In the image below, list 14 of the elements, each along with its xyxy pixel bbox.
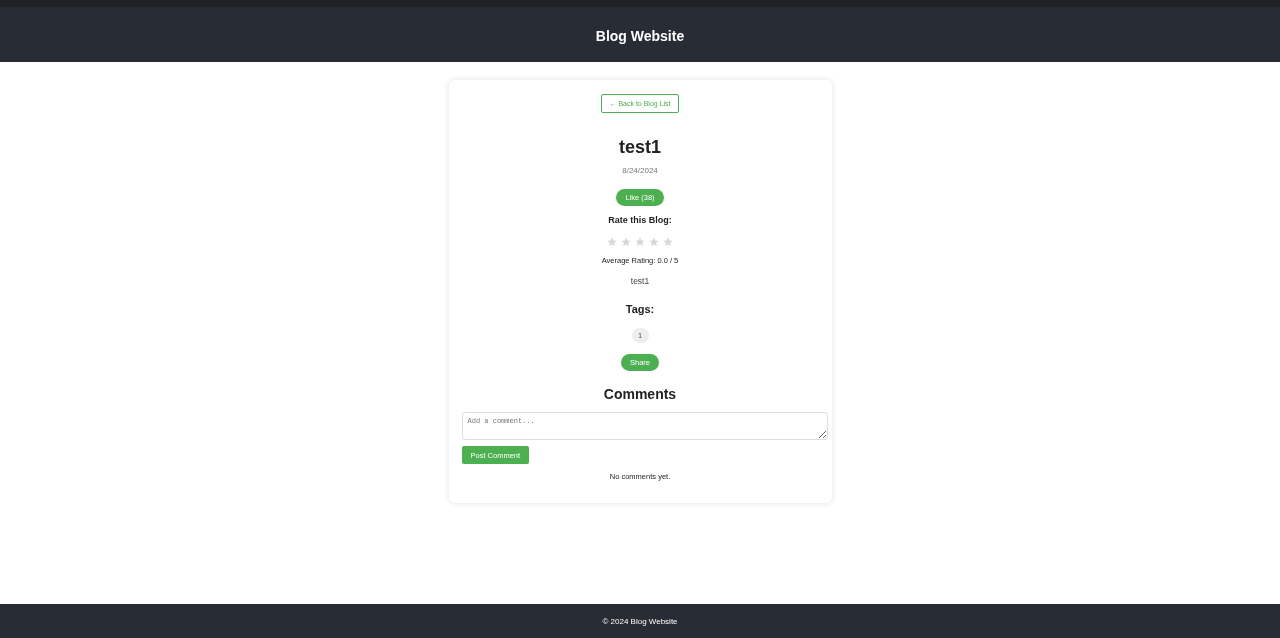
star-icon[interactable] [621, 237, 631, 247]
comments-heading: Comments [603, 385, 677, 403]
star-icon[interactable] [649, 237, 659, 247]
star-icon[interactable] [607, 237, 617, 247]
post-date: 8/24/2024 [622, 166, 658, 176]
star-icon[interactable] [663, 237, 673, 247]
star-icon[interactable] [635, 237, 645, 247]
tags-heading: Tags: [625, 302, 655, 316]
post-content: test1 [630, 275, 650, 287]
post-title: test1 [619, 136, 661, 158]
star-rating[interactable] [607, 237, 673, 247]
copyright-text: © 2024 Blog Website [602, 616, 678, 626]
site-title: Blog Website [595, 27, 685, 44]
rating-label: Rate this Blog: [608, 214, 672, 226]
